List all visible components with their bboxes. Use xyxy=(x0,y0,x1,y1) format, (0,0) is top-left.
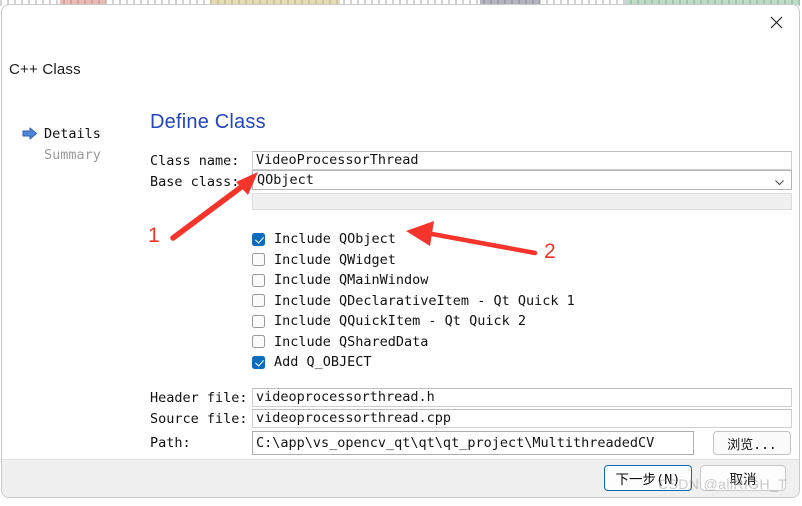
checkbox-row-include-qquickitem[interactable]: Include QQuickItem - Qt Quick 2 xyxy=(252,311,575,332)
include-options-list: Include QObject Include QWidget Include … xyxy=(252,229,575,373)
checkbox-row-include-qshareddata[interactable]: Include QSharedData xyxy=(252,332,575,353)
checkbox-label: Include QWidget xyxy=(274,251,396,268)
sidebar-item-details[interactable]: Details xyxy=(20,123,138,144)
checkbox-label: Include QMainWindow xyxy=(274,272,429,289)
checkbox-label: Include QSharedData xyxy=(274,333,429,350)
checkbox-add-q-object[interactable] xyxy=(252,355,265,369)
base-class-secondary-field[interactable] xyxy=(252,193,792,210)
base-class-value: QObject xyxy=(257,172,314,188)
checkbox-include-qdeclarativeitem[interactable] xyxy=(252,294,265,308)
source-file-label: Source file: xyxy=(150,411,248,427)
checkbox-row-include-qmainwindow[interactable]: Include QMainWindow xyxy=(252,270,575,291)
wizard-steps-sidebar: Details Summary xyxy=(20,123,138,165)
sidebar-item-summary[interactable]: Summary xyxy=(20,144,138,165)
right-arrow-icon xyxy=(22,127,38,140)
dialog-caption: C++ Class xyxy=(9,61,81,78)
checkbox-label: Include QObject xyxy=(274,231,396,248)
checkbox-row-include-qobject[interactable]: Include QObject xyxy=(252,229,575,250)
cpp-class-wizard-dialog: C++ Class Details Summary Define Class C… xyxy=(1,4,800,498)
class-name-label: Class name: xyxy=(150,153,240,169)
watermark: CSDN @allRIGH_T xyxy=(658,476,788,492)
header-file-input[interactable]: videoprocessorthread.h xyxy=(252,388,792,407)
path-input[interactable]: C:\app\vs_opencv_qt\qt\qt_project\Multit… xyxy=(252,431,694,455)
checkbox-label: Add Q_OBJECT xyxy=(274,354,372,371)
checkbox-label: Include QDeclarativeItem - Qt Quick 1 xyxy=(274,292,575,309)
base-class-label: Base class: xyxy=(150,174,240,190)
chevron-down-icon xyxy=(774,175,785,186)
titlebar xyxy=(2,5,799,47)
page-title: Define Class xyxy=(150,111,266,133)
header-file-label: Header file: xyxy=(150,390,248,406)
checkbox-include-qobject[interactable] xyxy=(252,232,265,246)
checkbox-row-add-q-object[interactable]: Add Q_OBJECT xyxy=(252,352,575,373)
path-label: Path: xyxy=(150,435,191,451)
browse-button[interactable]: 浏览... xyxy=(713,431,791,455)
checkbox-label: Include QQuickItem - Qt Quick 2 xyxy=(274,313,526,330)
checkbox-include-qshareddata[interactable] xyxy=(252,335,265,349)
class-name-input[interactable]: VideoProcessorThread xyxy=(252,151,792,170)
base-class-combobox[interactable]: QObject xyxy=(252,170,792,190)
checkbox-include-qwidget[interactable] xyxy=(252,253,265,267)
close-icon[interactable] xyxy=(753,5,799,39)
sidebar-item-label: Details xyxy=(44,125,101,142)
sidebar-item-label: Summary xyxy=(44,146,101,163)
checkbox-row-include-qwidget[interactable]: Include QWidget xyxy=(252,250,575,271)
checkbox-include-qmainwindow[interactable] xyxy=(252,273,265,287)
source-file-input[interactable]: videoprocessorthread.cpp xyxy=(252,409,792,428)
checkbox-include-qquickitem[interactable] xyxy=(252,314,265,328)
checkbox-row-include-qdeclarativeitem[interactable]: Include QDeclarativeItem - Qt Quick 1 xyxy=(252,291,575,312)
